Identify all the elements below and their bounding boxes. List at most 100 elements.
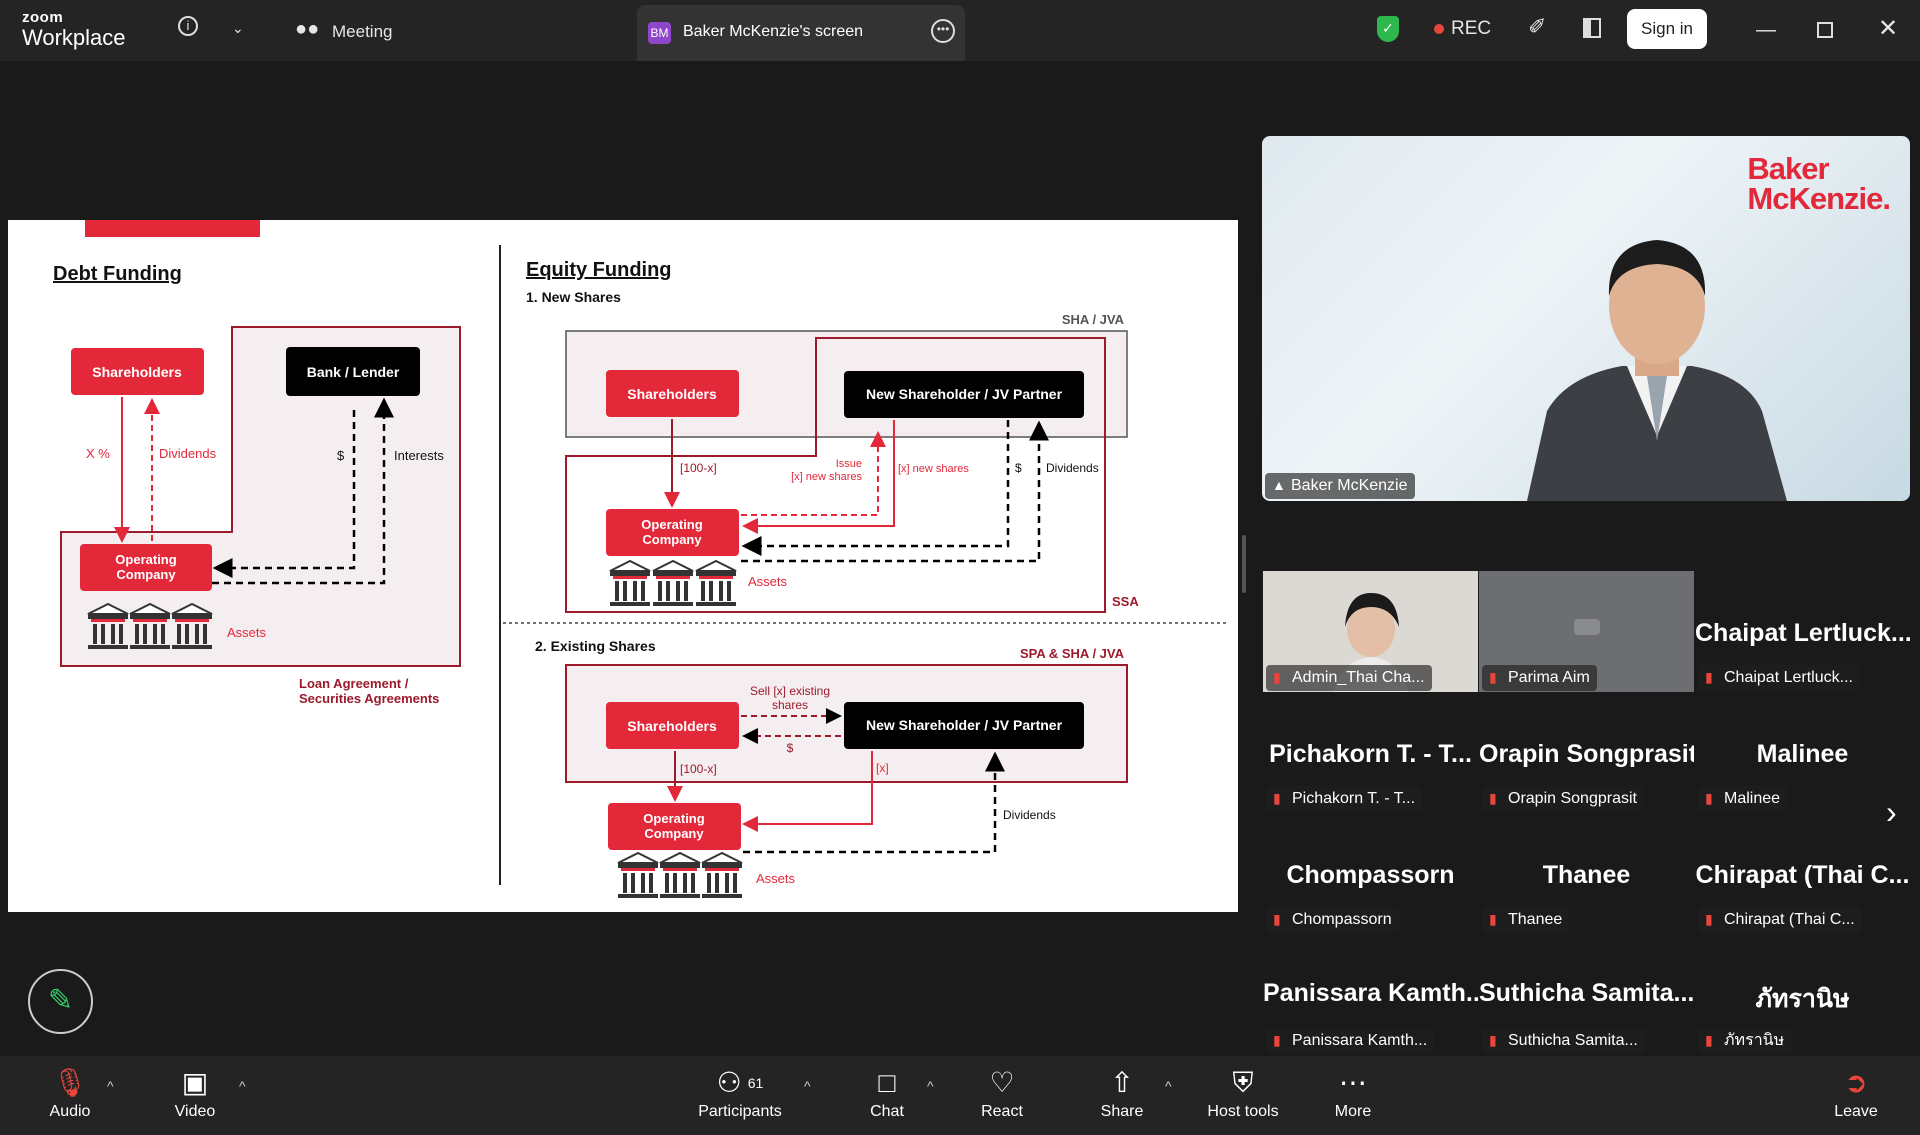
logo-bottom: Workplace xyxy=(22,25,126,50)
more-dots-icon: ⋯ xyxy=(1339,1067,1367,1098)
zoom-logo: zoom Workplace xyxy=(22,10,126,50)
participant-name-tag: ▮ Orapin Songprasit xyxy=(1482,786,1644,812)
participant-tile[interactable]: ▮ Parima Aim xyxy=(1479,571,1694,692)
participant-name: ภัทรานิษ xyxy=(1724,1032,1785,1049)
title-accent-bar xyxy=(85,220,260,237)
asset-icon xyxy=(659,852,701,899)
meeting-label[interactable]: Meeting xyxy=(332,22,392,42)
participant-name: Chompassorn xyxy=(1292,911,1392,928)
muted-mic-icon: 🎙 xyxy=(52,1067,88,1098)
new-shareholder-label: New Shareholder / JV Partner xyxy=(866,386,1063,402)
ex-assets-label: Assets xyxy=(756,871,796,886)
x-new-shares-label: [x] new shares xyxy=(898,463,969,475)
audio-label: Audio xyxy=(49,1103,91,1120)
participant-tile[interactable]: Thanee ▮ Thanee xyxy=(1479,813,1694,934)
participant-display-name: ภัทรานิษ xyxy=(1755,985,1850,1013)
ex-hundred-x-label: [100-x] xyxy=(680,762,717,776)
participants-button[interactable]: ⚇ 61 Participants xyxy=(690,1056,790,1135)
debt-funding-heading: Debt Funding xyxy=(53,263,182,285)
view-layout-icon[interactable] xyxy=(1583,18,1601,38)
loan-agreement-label-2: Securities Agreements xyxy=(299,691,439,706)
more-options-icon[interactable]: ••• xyxy=(931,19,955,43)
spa-sha-jva-label: SPA & SHA / JVA xyxy=(1020,646,1125,661)
participant-tile[interactable]: Malinee ▮ Malinee xyxy=(1695,692,1910,813)
muted-mic-icon: ▮ xyxy=(1273,1032,1281,1048)
active-speaker-video[interactable]: Baker McKenzie. ▲ Baker McKenzie xyxy=(1262,136,1910,501)
shared-screen-slide: Debt Funding Shareholders Bank / Lender … xyxy=(8,220,1238,912)
close-icon[interactable]: ✕ xyxy=(1878,17,1898,41)
muted-mic-icon: ▮ xyxy=(1705,911,1713,927)
logo-line-1: Baker xyxy=(1747,151,1829,186)
participant-name: Parima Aim xyxy=(1508,669,1590,686)
more-button[interactable]: ⋯ More xyxy=(1323,1056,1383,1135)
participant-tile[interactable]: Pichakorn T. - T... ▮ Pichakorn T. - T... xyxy=(1263,692,1478,813)
participants-count: 61 xyxy=(747,1075,764,1091)
react-label: React xyxy=(981,1103,1023,1120)
minimize-icon[interactable]: — xyxy=(1756,20,1776,40)
participant-name-tag: ▮ Chaipat Lertluck... xyxy=(1698,665,1860,691)
issue-label-2: [x] new shares xyxy=(791,471,862,483)
host-tools-button[interactable]: ⛨ Host tools xyxy=(1198,1056,1288,1135)
participant-name-tag: ▮ Admin_Thai Cha... xyxy=(1266,665,1432,691)
participant-tile[interactable]: ภัทรานิษ ▮ ภัทรานิษ xyxy=(1695,934,1910,1055)
participant-name-tag: ▮ Suthicha Samita... xyxy=(1482,1028,1645,1054)
participant-tile[interactable]: Orapin Songprasit ▮ Orapin Songprasit xyxy=(1479,692,1694,813)
participant-tile[interactable]: ▮ Admin_Thai Cha... xyxy=(1263,571,1478,692)
react-button[interactable]: ♡ React xyxy=(972,1056,1032,1135)
info-icon[interactable]: i xyxy=(178,16,198,36)
restore-icon[interactable] xyxy=(1817,22,1833,38)
encryption-shield-icon[interactable]: ✓ xyxy=(1377,16,1399,42)
meeting-toolbar: 🎙 Audio ^ ▣ Video ^ ⚇ 61 Participants ^ □… xyxy=(0,1056,1920,1135)
muted-mic-icon: ▮ xyxy=(1273,911,1281,927)
participant-name: Admin_Thai Cha... xyxy=(1292,669,1425,686)
participant-tile[interactable]: Chaipat Lertluck... ▮ Chaipat Lertluck... xyxy=(1695,571,1910,692)
eq-dollar-arrow xyxy=(741,420,1010,556)
share-button[interactable]: ⇧ Share xyxy=(1092,1056,1152,1135)
caret-up-icon[interactable]: ^ xyxy=(239,1078,246,1094)
participant-name-tag: ▮ Panissara Kamth... xyxy=(1266,1028,1435,1054)
debt-opco-label-1: Operating xyxy=(115,552,176,567)
audio-button[interactable]: 🎙 Audio xyxy=(40,1056,100,1135)
baker-mckenzie-logo: Baker McKenzie. xyxy=(1747,151,1891,216)
logo-line-2: McKenzie. xyxy=(1747,181,1891,216)
caret-up-icon[interactable]: ^ xyxy=(927,1078,934,1094)
loan-agreement-label-1: Loan Agreement / xyxy=(299,676,409,691)
eq-opco-label-2: Company xyxy=(642,532,702,547)
more-label: More xyxy=(1334,1103,1372,1120)
gallery-next-icon[interactable]: › xyxy=(1886,796,1897,828)
participant-display-name: Chirapat (Thai C... xyxy=(1695,861,1910,889)
participant-tile[interactable]: Suthicha Samita... ▮ Suthicha Samita... xyxy=(1479,934,1694,1055)
muted-mic-icon: ▮ xyxy=(1705,1032,1713,1048)
chat-button[interactable]: □ Chat xyxy=(857,1056,917,1135)
participant-tile[interactable]: Panissara Kamth... ▮ Panissara Kamth... xyxy=(1263,934,1478,1055)
bank-lender-label: Bank / Lender xyxy=(307,364,400,380)
chevron-down-icon[interactable]: ⌄ xyxy=(232,18,244,38)
ex-shareholders-label: Shareholders xyxy=(627,718,717,734)
chat-bubble-icon: □ xyxy=(878,1067,896,1098)
participant-display-name: Orapin Songprasit xyxy=(1479,740,1694,768)
pencil-icon[interactable]: ✎ xyxy=(28,969,93,1034)
muted-mic-icon: ▮ xyxy=(1489,1032,1497,1048)
share-screen-icon: ⇧ xyxy=(1110,1067,1134,1098)
caret-up-icon[interactable]: ^ xyxy=(107,1078,114,1094)
participant-tile[interactable]: Chirapat (Thai C... ▮ Chirapat (Thai C... xyxy=(1695,813,1910,934)
asset-icon xyxy=(695,560,737,607)
eq-shareholders-label: Shareholders xyxy=(627,386,717,402)
screen-share-tab[interactable]: BM Baker McKenzie's screen ••• xyxy=(637,5,965,61)
asset-icon xyxy=(652,560,694,607)
caret-up-icon[interactable]: ^ xyxy=(1165,1078,1172,1094)
annotate-pen-icon[interactable]: ✐ xyxy=(1528,16,1546,38)
video-button[interactable]: ▣ Video xyxy=(165,1056,225,1135)
participant-tile[interactable]: Chompassorn ▮ Chompassorn xyxy=(1263,813,1478,934)
debt-dividends-label: Dividends xyxy=(159,446,217,461)
title-bar: zoom Workplace i ⌄ ●● Meeting BM Baker M… xyxy=(0,0,1920,61)
panel-resize-handle[interactable] xyxy=(1242,535,1246,593)
rec-label[interactable]: REC xyxy=(1451,19,1491,39)
caret-up-icon[interactable]: ^ xyxy=(804,1078,811,1094)
xpct-label: X % xyxy=(86,446,110,461)
sign-in-button[interactable]: Sign in xyxy=(1627,9,1707,49)
new-shares-title: 1. New Shares xyxy=(526,289,621,305)
leave-button[interactable]: ➲ Leave xyxy=(1826,1056,1886,1135)
heart-icon: ♡ xyxy=(989,1067,1015,1098)
participant-name: Orapin Songprasit xyxy=(1508,790,1637,807)
